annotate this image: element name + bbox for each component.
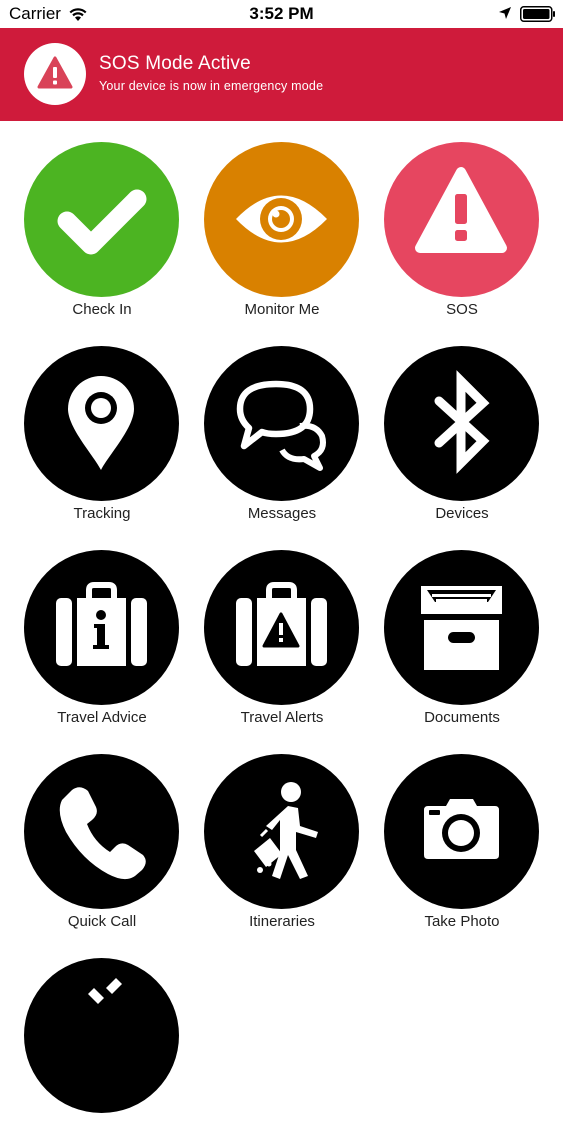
tile-label: Travel Advice [57, 709, 147, 726]
warning-triangle-icon [37, 56, 73, 89]
tile-documents[interactable]: Documents [372, 550, 552, 740]
tile-monitor-me[interactable]: Monitor Me [192, 142, 372, 332]
banner-subtitle: Your device is now in emergency mode [99, 79, 324, 93]
take-photo-button[interactable] [384, 754, 539, 909]
suitcase-info-icon [56, 582, 147, 666]
tile-tracking[interactable]: Tracking [12, 346, 192, 536]
quick-call-button[interactable] [24, 754, 179, 909]
tile-label: Check In [72, 301, 132, 318]
tile-partial[interactable] [12, 958, 192, 1148]
devices-button[interactable] [384, 346, 539, 501]
checkmark-icon [57, 189, 147, 255]
tile-take-photo[interactable]: Take Photo [372, 754, 552, 944]
tile-label: Devices [435, 505, 489, 522]
tile-label: Documents [424, 709, 500, 726]
sos-button[interactable] [384, 142, 539, 297]
partial-tile-button[interactable] [24, 958, 179, 1113]
check-in-button[interactable] [24, 142, 179, 297]
suitcase-alert-icon [236, 582, 327, 666]
tile-travel-advice[interactable]: Travel Advice [12, 550, 192, 740]
messages-button[interactable] [204, 346, 359, 501]
location-arrow-icon [499, 7, 511, 19]
camera-icon [424, 799, 499, 859]
tile-check-in[interactable]: Check In [12, 142, 192, 332]
tile-label: Messages [247, 505, 317, 522]
clock-time: 3:52 PM [249, 4, 314, 23]
tile-label: Itineraries [249, 913, 315, 930]
banner-warning-badge [24, 43, 86, 105]
tile-devices[interactable]: Devices [372, 346, 552, 536]
tile-label: Travel Alerts [240, 709, 324, 726]
travel-alerts-button[interactable] [204, 550, 359, 705]
tile-label: Monitor Me [244, 301, 320, 318]
location-pin-icon [68, 376, 134, 470]
travel-advice-button[interactable] [24, 550, 179, 705]
itineraries-button[interactable] [204, 754, 359, 909]
chat-bubbles-icon [236, 380, 326, 471]
archive-box-icon [421, 586, 502, 670]
tile-travel-alerts[interactable]: Travel Alerts [192, 550, 372, 740]
tile-label: SOS [446, 301, 478, 318]
bluetooth-icon [434, 370, 490, 474]
warning-triangle-icon [415, 167, 507, 253]
tile-sos[interactable]: SOS [372, 142, 552, 332]
monitor-me-button[interactable] [204, 142, 359, 297]
battery-icon [520, 6, 555, 22]
partial-hidden-icon [88, 978, 122, 1004]
phone-icon [59, 787, 146, 880]
traveler-icon [254, 782, 318, 879]
tile-itineraries[interactable]: Itineraries [192, 754, 372, 944]
sos-banner: SOS Mode Active Your device is now in em… [0, 28, 563, 121]
eye-icon [236, 195, 327, 243]
tile-messages[interactable]: Messages [192, 346, 372, 536]
banner-title: SOS Mode Active [99, 53, 251, 74]
tile-label: Quick Call [67, 913, 137, 930]
tracking-button[interactable] [24, 346, 179, 501]
tile-label: Tracking [73, 505, 131, 522]
tile-quick-call[interactable]: Quick Call [12, 754, 192, 944]
tile-label: Take Photo [424, 913, 500, 930]
documents-button[interactable] [384, 550, 539, 705]
status-bar: Carrier 3:52 PM [0, 0, 563, 28]
